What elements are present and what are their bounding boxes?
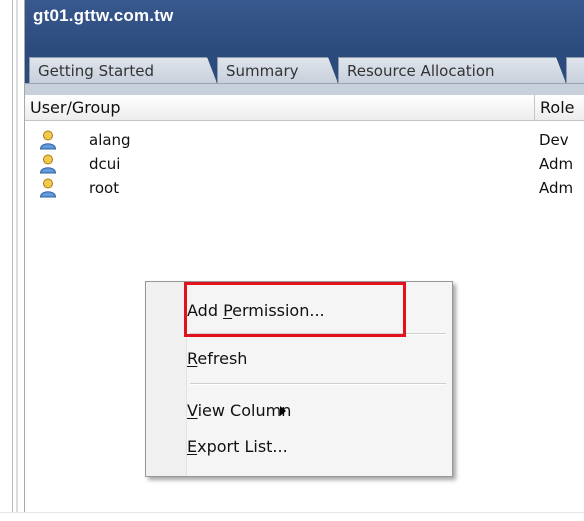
tab-summary[interactable]: Summary bbox=[217, 57, 338, 83]
menu-separator bbox=[190, 383, 446, 385]
menu-item-label: iew Column bbox=[197, 401, 292, 420]
menu-item-label: efresh bbox=[197, 349, 248, 368]
user-name: root bbox=[89, 179, 120, 197]
tab-next[interactable] bbox=[566, 57, 584, 83]
menu-item-accelerator: R bbox=[187, 349, 198, 368]
chevron-right-icon bbox=[280, 406, 286, 416]
menu-item-refresh[interactable]: Refresh bbox=[187, 344, 247, 374]
tab-resource-allocation[interactable]: Resource Allocation bbox=[338, 57, 566, 83]
menu-item-view-column[interactable]: View Column bbox=[187, 396, 291, 426]
user-icon bbox=[39, 178, 57, 198]
user-name: alang bbox=[89, 131, 131, 149]
role-value: Adm bbox=[539, 179, 574, 197]
window-title: gt01.gttw.com.tw bbox=[33, 6, 174, 25]
column-header-user-group[interactable]: User/Group bbox=[25, 95, 535, 121]
menu-icon-gutter bbox=[146, 282, 187, 476]
menu-item-export-list[interactable]: Export List... bbox=[187, 432, 288, 462]
user-icon bbox=[39, 130, 57, 150]
user-icon bbox=[39, 154, 57, 174]
user-name: dcui bbox=[89, 155, 121, 173]
tab-getting-started[interactable]: Getting Started bbox=[29, 57, 217, 83]
highlight-annotation bbox=[184, 282, 406, 337]
column-header-role[interactable]: Role bbox=[535, 95, 584, 121]
tab-label: Getting Started bbox=[38, 62, 154, 80]
role-value: Dev bbox=[539, 131, 569, 149]
frame-border bbox=[16, 0, 18, 520]
window-header: gt01.gttw.com.tw bbox=[25, 0, 584, 50]
role-value: Adm bbox=[539, 155, 574, 173]
frame-border bbox=[12, 0, 13, 520]
tab-label: Resource Allocation bbox=[347, 62, 495, 80]
menu-item-label: xport List... bbox=[197, 437, 288, 456]
tab-label: Summary bbox=[226, 62, 299, 80]
menu-item-accelerator: E bbox=[187, 437, 198, 456]
menu-item-accelerator: V bbox=[187, 401, 198, 420]
